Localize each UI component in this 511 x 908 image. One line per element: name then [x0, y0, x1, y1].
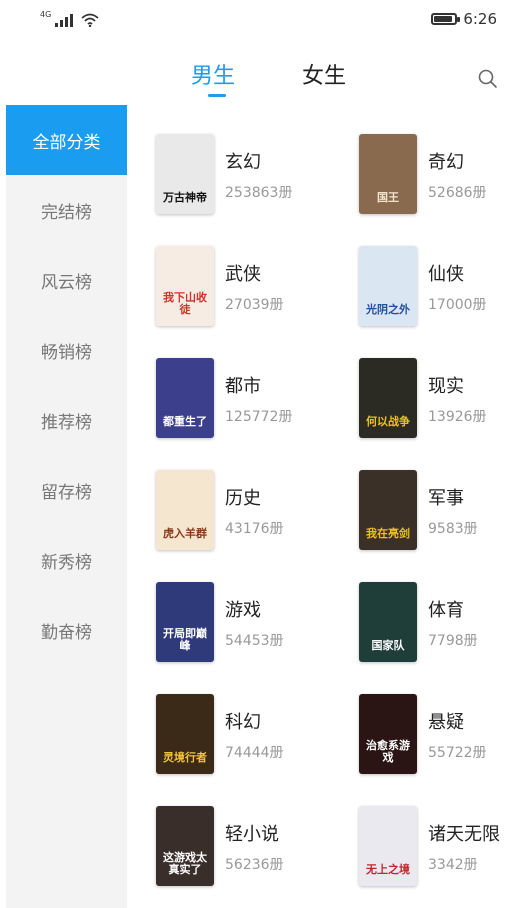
book-cover: 我下山收徒 — [156, 246, 214, 326]
clock: 6:26 — [463, 10, 497, 28]
sidebar-item-completed[interactable]: 完结榜 — [6, 175, 127, 245]
book-cover: 灵境行者 — [156, 694, 214, 774]
category-card[interactable]: 我在亮剑 军事 9583册 — [359, 470, 511, 552]
cover-title: 国王 — [377, 191, 399, 204]
sidebar: 全部分类 完结榜 风云榜 畅销榜 推荐榜 留存榜 新秀榜 勤奋榜 — [6, 105, 127, 908]
category-name: 军事 — [428, 488, 464, 509]
category-count: 7798册 — [428, 633, 478, 649]
book-cover: 虎入羊群 — [156, 470, 214, 550]
cover-title: 无上之境 — [366, 863, 410, 876]
category-card[interactable]: 光阴之外 仙侠 17000册 — [359, 246, 511, 328]
book-cover: 国家队 — [359, 582, 417, 662]
book-cover: 我在亮剑 — [359, 470, 417, 550]
cover-title: 国家队 — [371, 639, 405, 652]
category-count: 3342册 — [428, 857, 478, 873]
category-count: 43176册 — [225, 521, 284, 537]
search-icon[interactable] — [477, 68, 499, 90]
category-count: 17000册 — [428, 297, 487, 313]
book-cover: 这游戏太真实了 — [156, 806, 214, 886]
sidebar-item-recommended[interactable]: 推荐榜 — [6, 385, 127, 455]
category-count: 55722册 — [428, 745, 487, 761]
category-card[interactable]: 治愈系游戏 悬疑 55722册 — [359, 694, 511, 776]
book-cover: 都重生了 — [156, 358, 214, 438]
cover-title: 万古神帝 — [163, 191, 207, 204]
category-card[interactable]: 何以战争 现实 13926册 — [359, 358, 511, 440]
category-card[interactable]: 国王 奇幻 52686册 — [359, 134, 511, 216]
category-count: 253863册 — [225, 185, 293, 201]
cover-title: 我下山收徒 — [163, 291, 207, 316]
category-name: 体育 — [428, 600, 464, 621]
category-card[interactable]: 无上之境 诸天无限 3342册 — [359, 806, 509, 888]
category-count: 56236册 — [225, 857, 284, 873]
book-cover: 治愈系游戏 — [359, 694, 417, 774]
category-card[interactable]: 万古神帝 玄幻 253863册 — [156, 134, 336, 216]
book-cover: 开局即巅峰 — [156, 582, 214, 662]
status-right: 6:26 — [431, 10, 497, 28]
category-name: 武侠 — [225, 264, 261, 285]
category-card[interactable]: 灵境行者 科幻 74444册 — [156, 694, 336, 776]
status-left: 4G — [40, 11, 99, 27]
category-name: 历史 — [225, 488, 261, 509]
battery-icon — [431, 13, 461, 25]
book-cover: 无上之境 — [359, 806, 417, 886]
category-name: 游戏 — [225, 600, 261, 621]
category-card[interactable]: 国家队 体育 7798册 — [359, 582, 511, 664]
cover-title: 灵境行者 — [163, 751, 207, 764]
book-cover: 光阴之外 — [359, 246, 417, 326]
wifi-icon — [81, 13, 99, 27]
sidebar-item-all-categories[interactable]: 全部分类 — [6, 105, 127, 175]
book-cover: 万古神帝 — [156, 134, 214, 214]
sidebar-item-diligent[interactable]: 勤奋榜 — [6, 595, 127, 665]
sidebar-item-bestseller[interactable]: 畅销榜 — [6, 315, 127, 385]
gender-tabs: 男生 女生 — [0, 58, 511, 98]
category-name: 玄幻 — [225, 152, 261, 173]
cover-title: 都重生了 — [163, 415, 207, 428]
sidebar-item-trending[interactable]: 风云榜 — [6, 245, 127, 315]
category-card[interactable]: 这游戏太真实了 轻小说 56236册 — [156, 806, 336, 888]
category-count: 27039册 — [225, 297, 284, 313]
category-count: 54453册 — [225, 633, 284, 649]
category-name: 奇幻 — [428, 152, 464, 173]
tab-female[interactable]: 女生 — [302, 58, 346, 90]
category-name: 仙侠 — [428, 264, 464, 285]
category-count: 74444册 — [225, 745, 284, 761]
category-card[interactable]: 开局即巅峰 游戏 54453册 — [156, 582, 336, 664]
battery-level — [434, 16, 453, 22]
cover-title: 何以战争 — [366, 415, 410, 428]
category-name: 诸天无限 — [428, 824, 500, 845]
sidebar-item-newcomer[interactable]: 新秀榜 — [6, 525, 127, 595]
tab-indicator — [208, 94, 226, 97]
signal-icon — [55, 13, 74, 27]
category-card[interactable]: 我下山收徒 武侠 27039册 — [156, 246, 336, 328]
status-bar: 4G 6:26 — [0, 0, 511, 40]
tab-male[interactable]: 男生 — [191, 58, 235, 90]
book-cover: 何以战争 — [359, 358, 417, 438]
category-count: 52686册 — [428, 185, 487, 201]
category-count: 125772册 — [225, 409, 293, 425]
category-name: 都市 — [225, 376, 261, 397]
cover-title: 治愈系游戏 — [366, 739, 410, 764]
cover-title: 我在亮剑 — [366, 527, 410, 540]
category-name: 轻小说 — [225, 824, 279, 845]
network-type: 4G — [40, 10, 52, 19]
cover-title: 虎入羊群 — [163, 527, 207, 540]
sidebar-item-retention[interactable]: 留存榜 — [6, 455, 127, 525]
category-name: 悬疑 — [428, 712, 464, 733]
cover-title: 光阴之外 — [366, 303, 410, 316]
category-count: 13926册 — [428, 409, 487, 425]
category-card[interactable]: 都重生了 都市 125772册 — [156, 358, 336, 440]
category-name: 现实 — [428, 376, 464, 397]
cover-title: 这游戏太真实了 — [163, 851, 207, 876]
category-count: 9583册 — [428, 521, 478, 537]
category-card[interactable]: 虎入羊群 历史 43176册 — [156, 470, 336, 552]
category-name: 科幻 — [225, 712, 261, 733]
book-cover: 国王 — [359, 134, 417, 214]
cover-title: 开局即巅峰 — [163, 627, 207, 652]
